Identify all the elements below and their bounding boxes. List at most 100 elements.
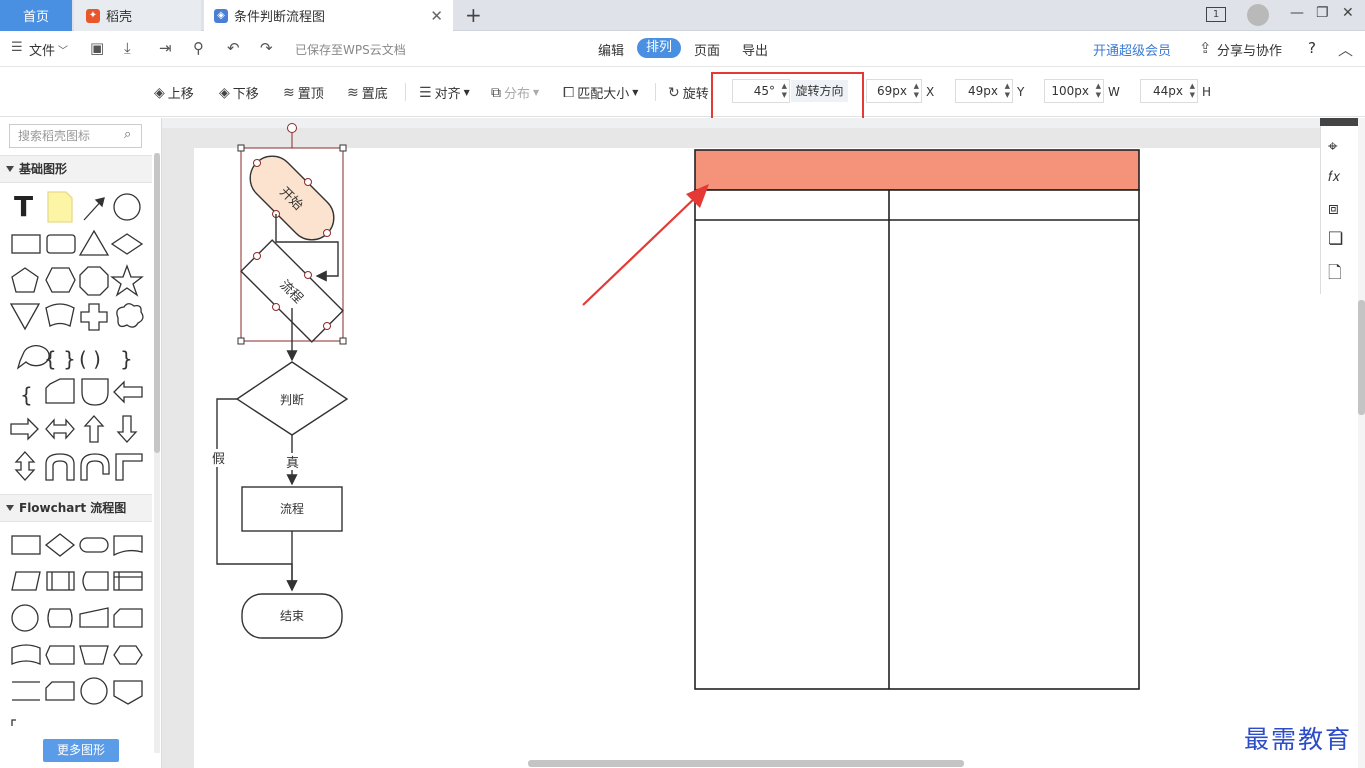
blank-page-icon[interactable]: 🗋 [1328, 260, 1342, 289]
undo-icon[interactable]: ↶ [227, 39, 240, 57]
caret-down-icon: ▼ [533, 88, 540, 97]
internal-storage-shape-icon [113, 571, 143, 591]
false-branch-label: 假 [212, 452, 225, 467]
display-shape-icon [45, 645, 75, 665]
tab-document-label: 条件判断流程图 [234, 10, 326, 25]
process-node-2-label: 流程 [280, 501, 304, 516]
rotation-handle[interactable] [287, 123, 297, 133]
y-label: Y [1017, 85, 1025, 99]
vertical-scrollbar-track[interactable] [1358, 118, 1365, 768]
spinner-arrows-icon[interactable]: ▲ ▼ [1190, 82, 1195, 100]
share-icon[interactable]: ⇪ [1199, 39, 1212, 57]
u-turn-shape-icon [45, 453, 75, 481]
process-node-2[interactable]: 流程 [241, 486, 343, 532]
align-button[interactable]: ☰ 对齐 ▼ [419, 83, 470, 103]
diagram-canvas[interactable]: 开始 流程 判断 假 真 流程 结束 [162, 118, 1320, 768]
right-arrow-shape-icon [10, 417, 39, 441]
vertical-scrollbar-thumb[interactable] [1358, 300, 1365, 415]
bring-to-top-label: 置顶 [297, 87, 324, 102]
end-node[interactable]: 结束 [241, 593, 343, 639]
redo-icon[interactable]: ↷ [260, 39, 273, 57]
flowchart-doc-icon: ◈ [214, 8, 228, 23]
move-up-button[interactable]: ◈ 上移 [154, 83, 194, 103]
spinner-arrows-icon[interactable]: ▲ ▼ [914, 82, 919, 100]
resize-handle-bottom-right [339, 337, 347, 345]
move-down-button[interactable]: ◈ 下移 [219, 83, 259, 103]
save-icon[interactable]: ▣ [90, 39, 104, 57]
share-collaborate-button[interactable]: 分享与协作 [1217, 40, 1282, 59]
menu-export[interactable]: 导出 [742, 40, 768, 59]
basic-shapes-header[interactable]: 基础图形 [0, 155, 152, 183]
terminator-shape-icon [79, 537, 109, 553]
crop-icon[interactable]: ⧈ [1328, 199, 1339, 219]
flowchart-shapes-grid[interactable] [0, 524, 152, 734]
send-to-bottom-button[interactable]: ≋ 置底 [347, 83, 388, 103]
width-input[interactable]: 100px ▲ ▼ [1044, 79, 1104, 103]
tab-document[interactable]: ◈ 条件判断流程图 ✕ [204, 0, 453, 31]
data-shape-icon [11, 571, 41, 591]
page-count-badge[interactable]: 1 [1206, 7, 1226, 22]
stored-data-shape-icon [82, 571, 109, 591]
export-file-icon[interactable]: ⇥ [159, 39, 172, 57]
help-button[interactable]: ? [1308, 39, 1316, 57]
minimize-icon[interactable]: — [1290, 5, 1304, 21]
off-page-card-shape-icon [45, 681, 75, 701]
end-node-label: 结束 [280, 609, 304, 623]
menu-page[interactable]: 页面 [694, 40, 720, 59]
distribute-icon: ⧉ [491, 84, 501, 101]
w-label: W [1108, 85, 1120, 99]
navigate-icon[interactable]: ⌖ [1328, 137, 1338, 157]
restore-icon[interactable]: ❐ [1316, 5, 1329, 21]
star-shape-icon [110, 264, 144, 297]
spinner-arrows-icon[interactable]: ▲ ▼ [1005, 82, 1010, 100]
download-icon[interactable]: ⤓ [124, 39, 131, 57]
hexagon-shape-icon [45, 267, 76, 293]
resize-handle-top-left [237, 144, 245, 152]
x-position-input[interactable]: 69px ▲ ▼ [866, 79, 922, 103]
close-window-icon[interactable]: ✕ [1342, 5, 1354, 21]
punched-tape-shape-icon [11, 644, 41, 665]
distribute-button[interactable]: ⧉ 分布 ▼ [491, 83, 540, 103]
horizontal-scrollbar-thumb[interactable] [528, 760, 964, 767]
height-input[interactable]: 44px ▲ ▼ [1140, 79, 1198, 103]
more-shapes-button[interactable]: 更多图形 [43, 739, 119, 762]
format-painter-icon[interactable]: ⚲ [193, 39, 204, 57]
spinner-arrows-icon[interactable]: ▲ ▼ [1096, 82, 1101, 100]
flowchart-shapes-header[interactable]: Flowchart 流程图 [0, 494, 152, 522]
formula-icon[interactable]: 𝑓𝑥 [1328, 169, 1340, 185]
menu-edit[interactable]: 编辑 [598, 40, 624, 59]
rotate-button[interactable]: ↻ 旋转 [668, 83, 709, 103]
vip-link[interactable]: 开通超级会员 [1093, 40, 1171, 59]
panel-scrollbar-thumb[interactable] [154, 153, 160, 453]
close-tab-icon[interactable]: ✕ [430, 7, 443, 25]
tab-home-label: 首页 [22, 10, 49, 25]
tab-daoke[interactable]: ✦ 稻壳 [74, 0, 201, 31]
pages-icon[interactable]: ❏ [1328, 229, 1343, 249]
match-size-icon: ⧠ [563, 84, 575, 101]
new-tab-button[interactable]: + [465, 3, 482, 27]
menu-arrange[interactable]: 排列 [637, 38, 681, 58]
bring-to-top-button[interactable]: ≋ 置顶 [283, 83, 324, 103]
process-shape-icon [11, 535, 41, 555]
daoke-logo-icon: ✦ [86, 8, 100, 23]
decision-node[interactable]: 判断 [235, 361, 349, 436]
user-avatar[interactable] [1247, 4, 1269, 26]
table-shape[interactable] [694, 149, 1140, 690]
match-size-button[interactable]: ⧠ 匹配大小 ▼ [563, 83, 638, 103]
y-position-value: 49px [968, 84, 998, 98]
search-icon[interactable]: ⌕ [124, 127, 131, 142]
file-menu[interactable]: 文件 [29, 40, 55, 59]
connector-shape-icon [11, 604, 39, 632]
preparation-shape-icon [113, 645, 143, 665]
y-position-input[interactable]: 49px ▲ ▼ [955, 79, 1013, 103]
collapse-icon[interactable]: ︿ [1338, 39, 1353, 60]
diamond-shape-icon [110, 233, 144, 255]
arc-shape-icon [45, 303, 75, 327]
basic-shapes-grid[interactable]: T { } ( ) } { [0, 184, 152, 490]
resize-handle-bottom-left [237, 337, 245, 345]
tab-home[interactable]: 首页 [0, 0, 72, 31]
rotation-highlight-box [711, 72, 864, 124]
shape-search-input[interactable]: 搜索稻壳图标 [9, 124, 142, 148]
hamburger-icon[interactable]: ☰ [11, 40, 23, 55]
cross-shape-icon [80, 303, 108, 331]
